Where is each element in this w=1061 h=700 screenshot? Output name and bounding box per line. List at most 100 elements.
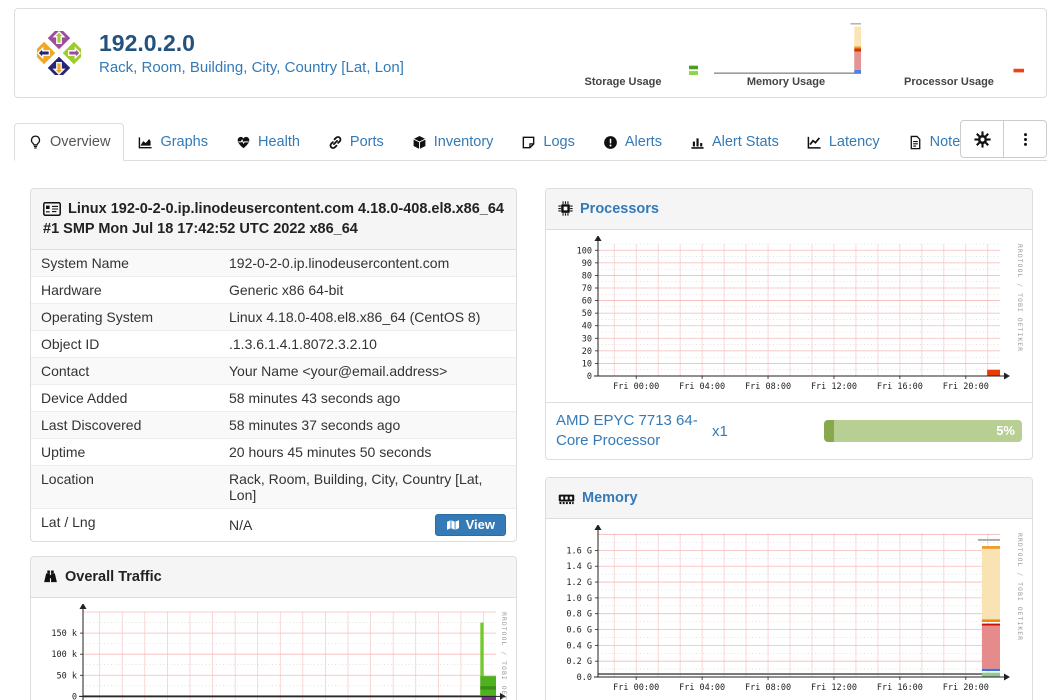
system-info-panel: Linux 192-0-2-0.ip.linodeusercontent.com… (30, 188, 517, 542)
device-titles: 192.0.2.0 Rack, Room, Building, City, Co… (99, 30, 404, 76)
svg-text:50 k: 50 k (57, 671, 77, 681)
processor-usage-sparkline[interactable] (874, 23, 1024, 75)
memory-usage-label: Memory Usage (746, 76, 826, 88)
svg-text:0.0: 0.0 (577, 673, 592, 683)
storage-usage-label: Storage Usage (584, 76, 662, 88)
svg-text:1.4 G: 1.4 G (566, 562, 592, 572)
table-row: System Name 192-0-2-0.ip.linodeuserconten… (31, 250, 516, 276)
memory-usage-sparkline[interactable] (711, 23, 861, 75)
device-location-link[interactable]: Rack, Room, Building, City, Country [Lat… (99, 59, 404, 76)
svg-text:100 k: 100 k (51, 650, 77, 660)
system-info-table: System Name 192-0-2-0.ip.linodeuserconten… (31, 250, 516, 541)
tab-health[interactable]: Health (222, 123, 314, 161)
svg-text:Fri 16:00: Fri 16:00 (877, 382, 923, 392)
svg-text:100: 100 (577, 246, 592, 256)
svg-text:0.6 G: 0.6 G (566, 626, 592, 636)
svg-text:Fri 00:00: Fri 00:00 (613, 382, 659, 392)
row-value: Rack, Room, Building, City, Country [Lat… (229, 471, 483, 503)
device-tabbar: Overview Graphs Health Ports Inventory L… (14, 118, 1047, 161)
table-row: Contact Your Name <your@email.address> (31, 357, 516, 384)
tab-latency[interactable]: Latency (793, 123, 894, 161)
row-label: Hardware (41, 282, 102, 298)
processor-row: AMD EPYC 7713 64-Core Processor x1 5% (546, 402, 1032, 459)
tab-alerts[interactable]: Alerts (589, 123, 676, 161)
svg-text:Fri 08:00: Fri 08:00 (745, 683, 791, 693)
processors-graph[interactable]: 0 10 20 30 40 50 60 70 80 90 100 Fri 00:00 Fri 04:00… (552, 236, 1024, 396)
tab-overview[interactable]: Overview (14, 123, 125, 161)
svg-text:80: 80 (582, 271, 592, 281)
row-value: Your Name <your@email.address> (229, 363, 448, 379)
memory-icon (558, 493, 575, 505)
device-settings-button[interactable] (961, 121, 1003, 157)
row-value: Linux 4.18.0-408.el8.x86_64 (CentOS 8) (229, 309, 481, 325)
tab-label: Health (258, 134, 300, 150)
processors-title: Processors (580, 201, 659, 217)
cpu-usage-bar: 5% (824, 420, 1022, 442)
id-card-icon (43, 202, 61, 216)
view-button-label: View (465, 517, 495, 532)
table-row-latlng: Lat / Lng N/A View (31, 508, 516, 541)
row-value: 58 minutes 37 seconds ago (229, 417, 401, 433)
memory-panel: Memory 0.0 0.2 G 0.4 G 0.6 G 0.8 G 1.0 G 1.2 G… (545, 477, 1033, 700)
overall-traffic-title: Overall Traffic (65, 569, 162, 585)
table-row: Device Added 58 minutes 43 seconds ago (31, 384, 516, 411)
svg-text:150 k: 150 k (51, 629, 77, 639)
svg-text:Fri 04:00: Fri 04:00 (679, 683, 725, 693)
table-row: Object ID .1.3.6.1.4.1.8072.3.2.10 (31, 330, 516, 357)
svg-text:Fri 20:00: Fri 20:00 (943, 382, 989, 392)
row-value: 20 hours 45 minutes 50 seconds (229, 444, 432, 460)
svg-text:0.8 G: 0.8 G (566, 610, 592, 620)
memory-graph[interactable]: 0.0 0.2 G 0.4 G 0.6 G 0.8 G 1.0 G 1.2 G 1.4 G 1.… (552, 525, 1024, 697)
system-info-header: Linux 192-0-2-0.ip.linodeusercontent.com… (31, 189, 516, 250)
rrdtool-watermark: RRDTOOL / TOBI OETIKER (500, 612, 508, 700)
row-label: Lat / Lng (41, 514, 96, 530)
svg-text:0: 0 (72, 692, 77, 700)
overall-traffic-graph[interactable]: 0 50 k 100 k 150 k RRDTOOL / TOBI OETIKER (37, 604, 508, 700)
tab-label: Alerts (624, 134, 662, 150)
row-value: N/A View (219, 509, 516, 541)
processor-usage-label: Processor Usage (904, 76, 994, 88)
device-header-card: 192.0.2.0 Rack, Room, Building, City, Co… (14, 8, 1047, 98)
row-label: Contact (41, 363, 90, 379)
storage-usage-sparkline[interactable] (548, 23, 698, 75)
tab-label: Inventory (433, 134, 494, 150)
svg-text:20: 20 (582, 347, 592, 357)
rrdtool-watermark: RRDTOOL / TOBI OETIKER (1016, 533, 1024, 642)
tab-alert-stats[interactable]: Alert Stats (676, 123, 793, 161)
tab-ports[interactable]: Ports (314, 123, 398, 161)
tab-label: Logs (543, 134, 575, 150)
mini-graph-storage: Storage Usage (548, 23, 698, 88)
table-row: Location Rack, Room, Building, City, Coun… (31, 465, 516, 508)
view-map-button[interactable]: View (434, 514, 506, 536)
table-row: Hardware Generic x86 64-bit (31, 276, 516, 303)
svg-text:70: 70 (582, 284, 592, 294)
row-value: .1.3.6.1.4.1.8072.3.2.10 (229, 336, 377, 352)
header-mini-graphs: Storage Usage Memory Usage Processor Usa… (548, 23, 1046, 97)
svg-text:Fri 08:00: Fri 08:00 (745, 382, 791, 392)
overall-traffic-header: Overall Traffic (31, 557, 516, 598)
cpu-name-link[interactable]: AMD EPYC 7713 64-Core Processor (556, 411, 706, 451)
processors-header: Processors (546, 189, 1032, 230)
row-label: System Name (41, 255, 129, 271)
tab-label: Overview (50, 134, 111, 150)
table-row: Operating System Linux 4.18.0-408.el8.x86… (31, 303, 516, 330)
tab-logs[interactable]: Logs (507, 123, 588, 161)
row-label: Device Added (41, 390, 128, 406)
svg-text:10: 10 (582, 359, 592, 369)
tab-inventory[interactable]: Inventory (398, 123, 508, 161)
centos-logo (37, 31, 81, 75)
latlng-value: N/A (229, 517, 253, 533)
row-value: Generic x86 64-bit (229, 282, 344, 298)
row-label: Last Discovered (41, 417, 142, 433)
cube-icon (413, 135, 426, 149)
svg-text:90: 90 (582, 259, 592, 269)
link-icon (329, 135, 342, 149)
circle-exclamation-icon (604, 135, 617, 149)
file-lines-icon (910, 135, 921, 149)
tab-graphs[interactable]: Graphs (124, 123, 222, 161)
tab-action-buttons (960, 120, 1047, 158)
line-chart-icon (807, 136, 821, 149)
row-label: Operating System (41, 309, 154, 325)
device-more-menu-button[interactable] (1003, 121, 1046, 157)
tab-label: Latency (828, 134, 880, 150)
